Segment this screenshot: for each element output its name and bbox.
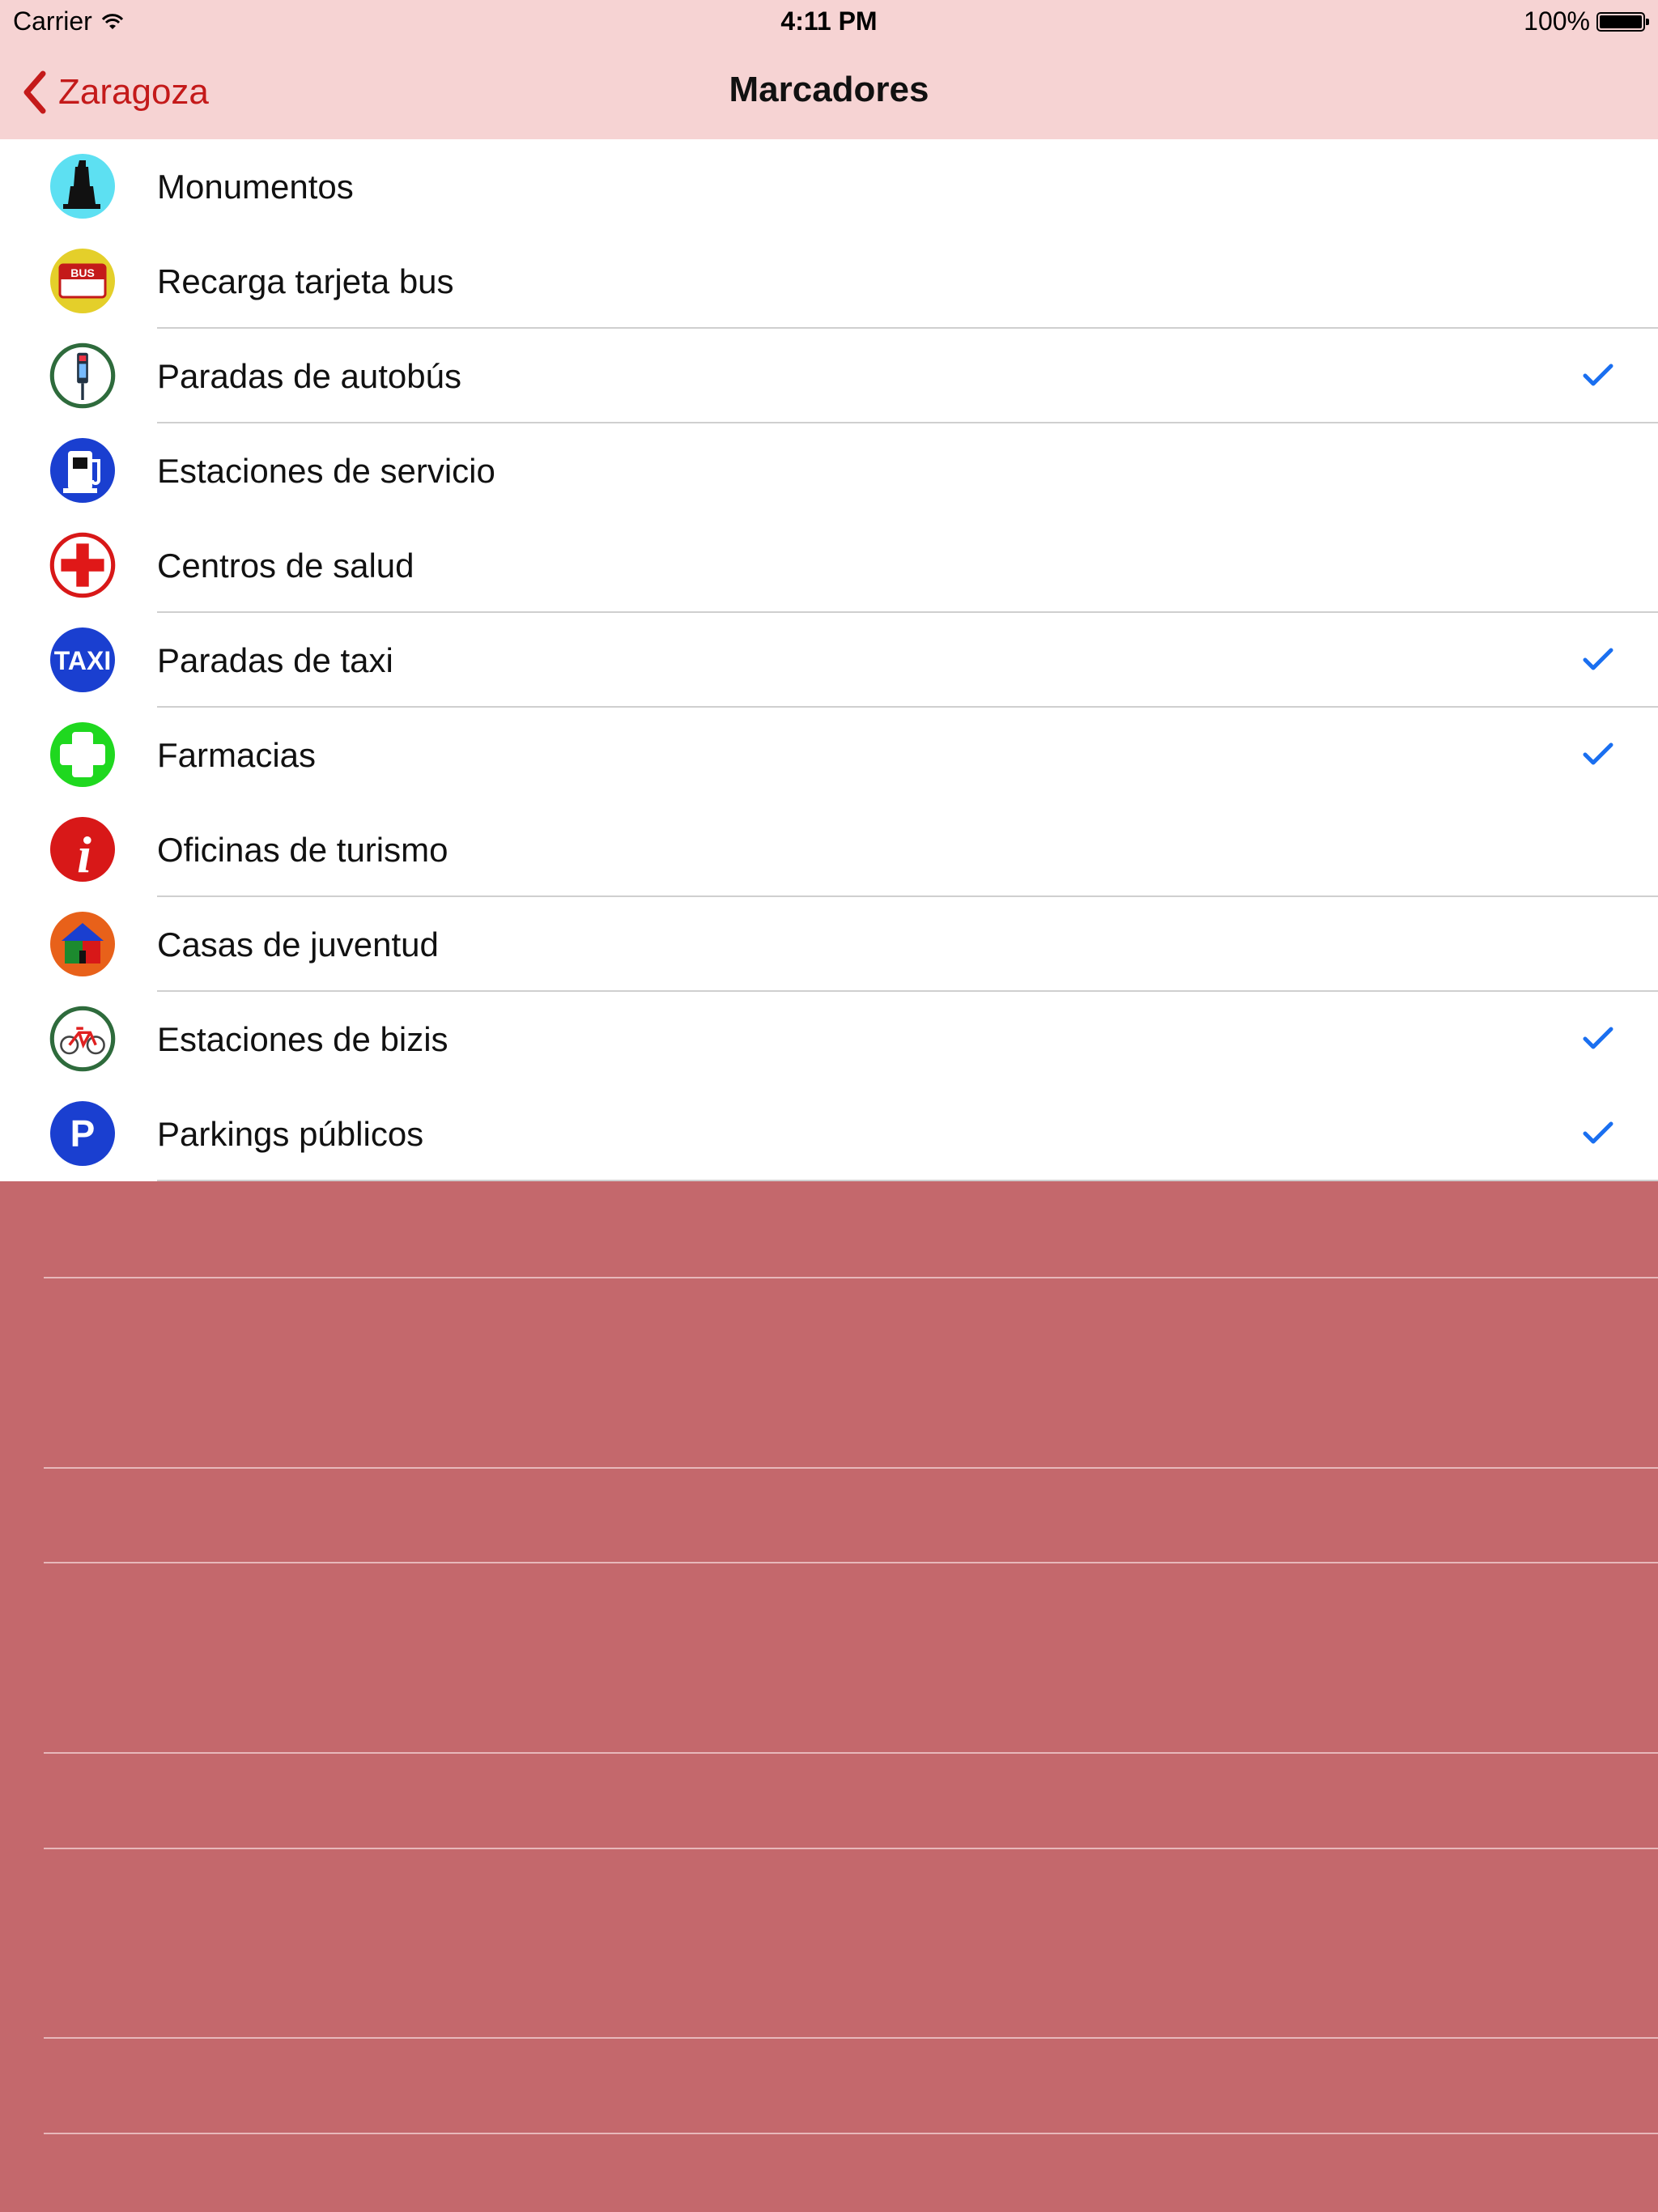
marker-label: Paradas de taxi <box>157 641 393 679</box>
monument-icon <box>49 152 117 220</box>
checkmark-icon <box>1580 645 1616 674</box>
empty-row-separator <box>44 1467 1658 1469</box>
status-time: 4:11 PM <box>780 6 878 36</box>
battery-percent: 100% <box>1524 6 1590 36</box>
marker-row-parkings-publicos[interactable]: P Parkings públicos <box>0 1087 1658 1181</box>
svg-text:i: i <box>77 826 91 883</box>
checkmark-icon <box>1580 1024 1616 1053</box>
checkmark-icon <box>1580 361 1616 390</box>
empty-row-separator <box>44 1848 1658 1849</box>
youth-house-icon <box>49 910 117 978</box>
empty-row-separator <box>44 1277 1658 1278</box>
marker-row-centros-de-salud[interactable]: Centros de salud <box>0 518 1658 613</box>
page-title: Marcadores <box>729 70 929 109</box>
marker-label: Monumentos <box>157 168 354 206</box>
taxi-icon: TAXI <box>49 626 117 694</box>
checkmark-icon <box>1580 1119 1616 1148</box>
health-center-icon <box>49 531 117 599</box>
marker-label: Paradas de autobús <box>157 357 461 395</box>
marker-row-paradas-de-autobus[interactable]: Paradas de autobús <box>0 329 1658 423</box>
pharmacy-icon <box>49 721 117 789</box>
svg-text:TAXI: TAXI <box>54 646 112 675</box>
empty-row-separator <box>44 1562 1658 1563</box>
marker-row-estaciones-de-bizis[interactable]: Estaciones de bizis <box>0 992 1658 1087</box>
svg-text:BUS: BUS <box>70 266 95 279</box>
marker-label: Casas de juventud <box>157 925 439 963</box>
empty-row-separator <box>44 1752 1658 1754</box>
empty-row-separator <box>44 2133 1658 2134</box>
marker-row-farmacias[interactable]: Farmacias <box>0 708 1658 802</box>
empty-row-separator <box>44 2037 1658 2039</box>
battery-icon <box>1596 11 1649 32</box>
marker-label: Estaciones de servicio <box>157 452 495 490</box>
marker-row-monumentos[interactable]: Monumentos <box>0 139 1658 234</box>
svg-text:P: P <box>70 1112 96 1155</box>
marker-label: Estaciones de bizis <box>157 1020 449 1058</box>
bus-card-icon: BUS <box>49 247 117 315</box>
navigation-bar: Zaragoza Marcadores <box>0 45 1658 139</box>
bus-stop-icon <box>49 342 117 410</box>
marker-row-recarga-tarjeta-bus[interactable]: BUS Recarga tarjeta bus <box>0 234 1658 329</box>
parking-icon: P <box>49 1100 117 1168</box>
status-bar: Carrier 4:11 PM 100% <box>0 0 1658 45</box>
gas-station-icon <box>49 436 117 504</box>
marker-row-oficinas-de-turismo[interactable]: i Oficinas de turismo <box>0 802 1658 897</box>
marker-row-estaciones-de-servicio[interactable]: Estaciones de servicio <box>0 423 1658 518</box>
marker-label: Farmacias <box>157 736 317 774</box>
marker-label: Parkings públicos <box>157 1115 424 1153</box>
marker-label: Recarga tarjeta bus <box>157 262 454 300</box>
marker-row-casas-de-juventud[interactable]: Casas de juventud <box>0 897 1658 992</box>
marker-label: Oficinas de turismo <box>157 831 449 869</box>
checkmark-icon <box>1580 740 1616 769</box>
markers-list: Monumentos BUS Recarga tarjeta bus Paradas … <box>0 139 1658 1181</box>
marker-label: Centros de salud <box>157 547 414 585</box>
marker-row-paradas-de-taxi[interactable]: TAXI Paradas de taxi <box>0 613 1658 708</box>
battery-status: 100% <box>1524 6 1649 36</box>
bike-station-icon <box>49 1005 117 1073</box>
tourism-info-icon: i <box>49 815 117 883</box>
